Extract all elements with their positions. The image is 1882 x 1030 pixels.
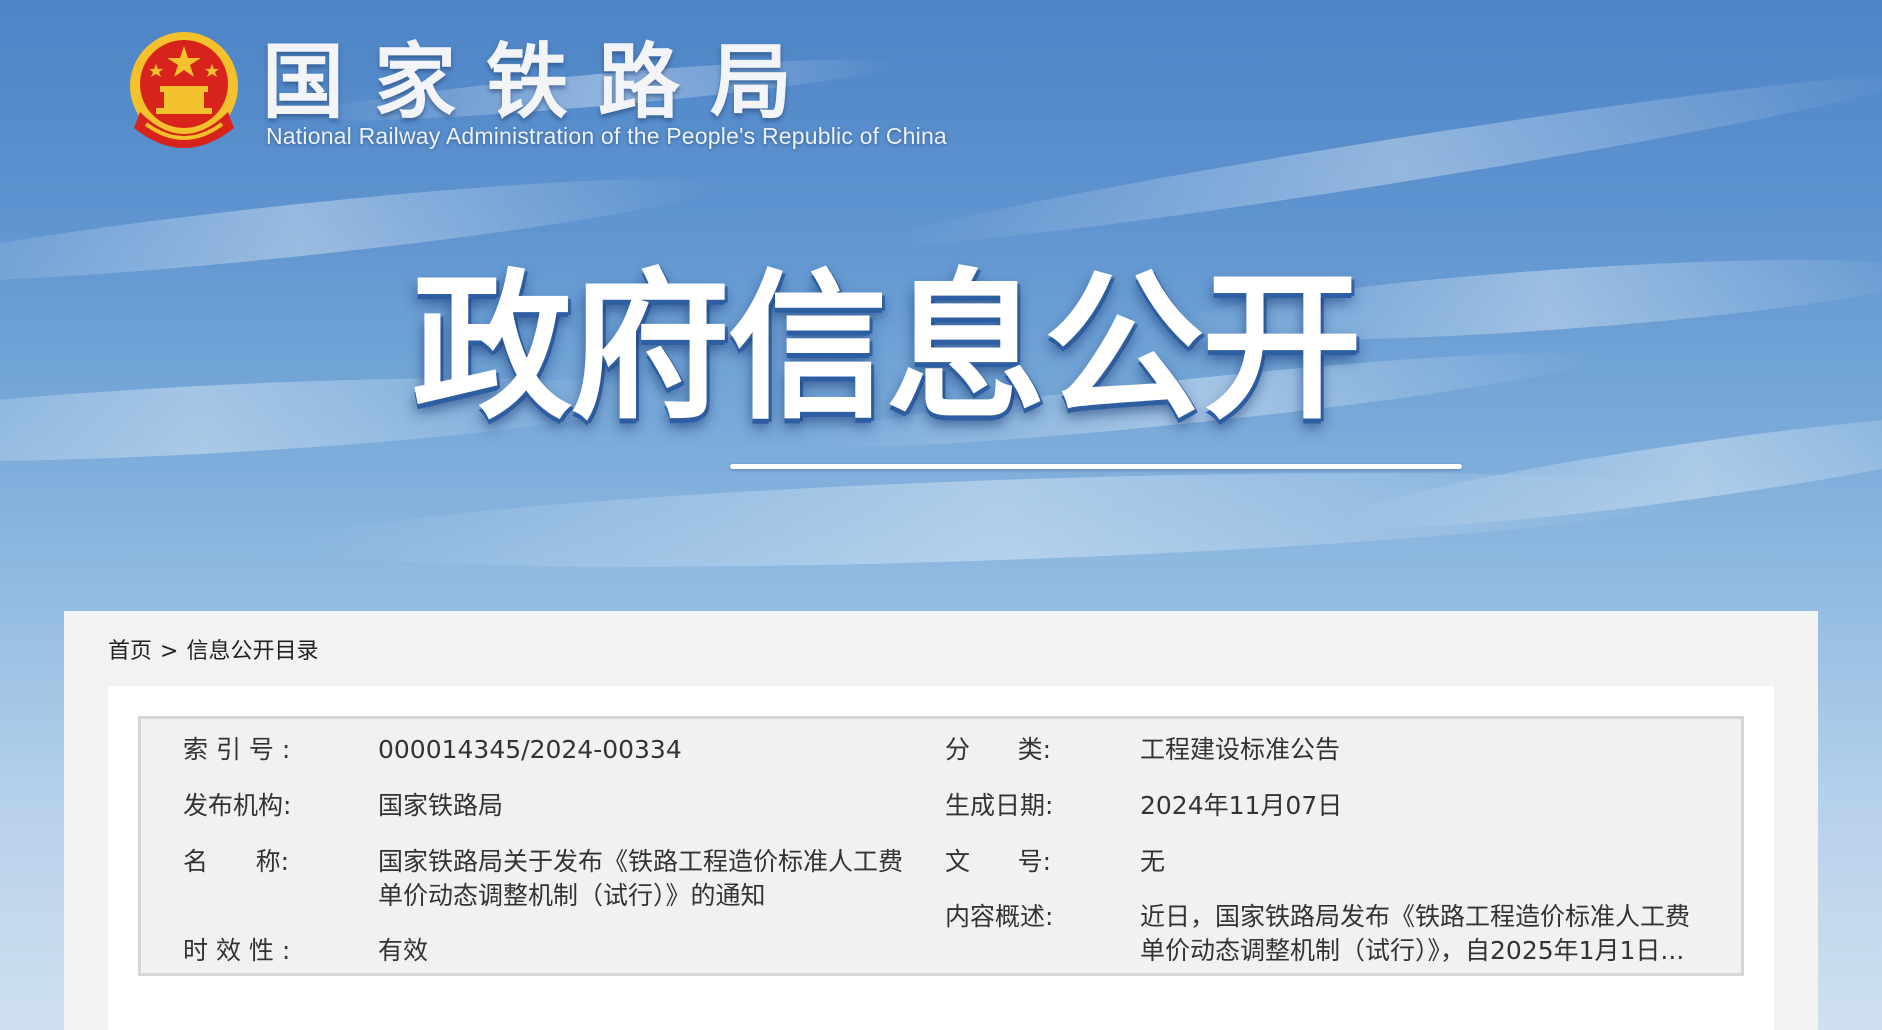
category-label: 分 类:	[945, 735, 1052, 764]
summary-label: 内容概述:	[945, 902, 1054, 931]
content-panel: 首页 > 信息公开目录 索 引 号 : 000014345/2024-00334 分…	[64, 611, 1818, 1030]
breadcrumb: 首页 > 信息公开目录	[108, 633, 318, 665]
breadcrumb-current-link[interactable]: 信息公开目录	[186, 633, 318, 665]
article-card: 索 引 号 : 000014345/2024-00334 分 类: 工程建设标准…	[108, 686, 1774, 1030]
publisher-value: 国家铁路局	[378, 791, 504, 820]
category-value: 工程建设标准公告	[1140, 735, 1341, 764]
page-headline: 政府信息公开	[412, 254, 1362, 441]
docno-label: 文 号:	[945, 847, 1052, 876]
date-value: 2024年11月07日	[1140, 791, 1343, 820]
metadata-table: 索 引 号 : 000014345/2024-00334 分 类: 工程建设标准…	[138, 716, 1744, 976]
index-label: 索 引 号 :	[183, 735, 291, 764]
headline-underline	[730, 464, 1462, 469]
site-name-cn: 国家铁路局	[262, 35, 823, 130]
docno-value: 无	[1140, 847, 1166, 876]
summary-value: 近日，国家铁路局发布《铁路工程造价标准人工费单价动态调整机制（试行）》，自202…	[1140, 902, 1691, 965]
index-value: 000014345/2024-00334	[378, 735, 682, 764]
title-label: 名 称:	[183, 847, 290, 876]
national-emblem-icon	[130, 32, 238, 148]
date-label: 生成日期:	[945, 791, 1054, 820]
breadcrumb-home-link[interactable]: 首页	[108, 633, 152, 665]
validity-label: 时 效 性 :	[183, 936, 291, 965]
site-name-en: National Railway Administration of the P…	[266, 123, 947, 149]
breadcrumb-separator: >	[160, 639, 179, 664]
title-value: 国家铁路局关于发布《铁路工程造价标准人工费单价动态调整机制（试行）》的通知	[378, 847, 904, 910]
validity-value: 有效	[378, 936, 429, 965]
publisher-label: 发布机构:	[183, 791, 292, 820]
